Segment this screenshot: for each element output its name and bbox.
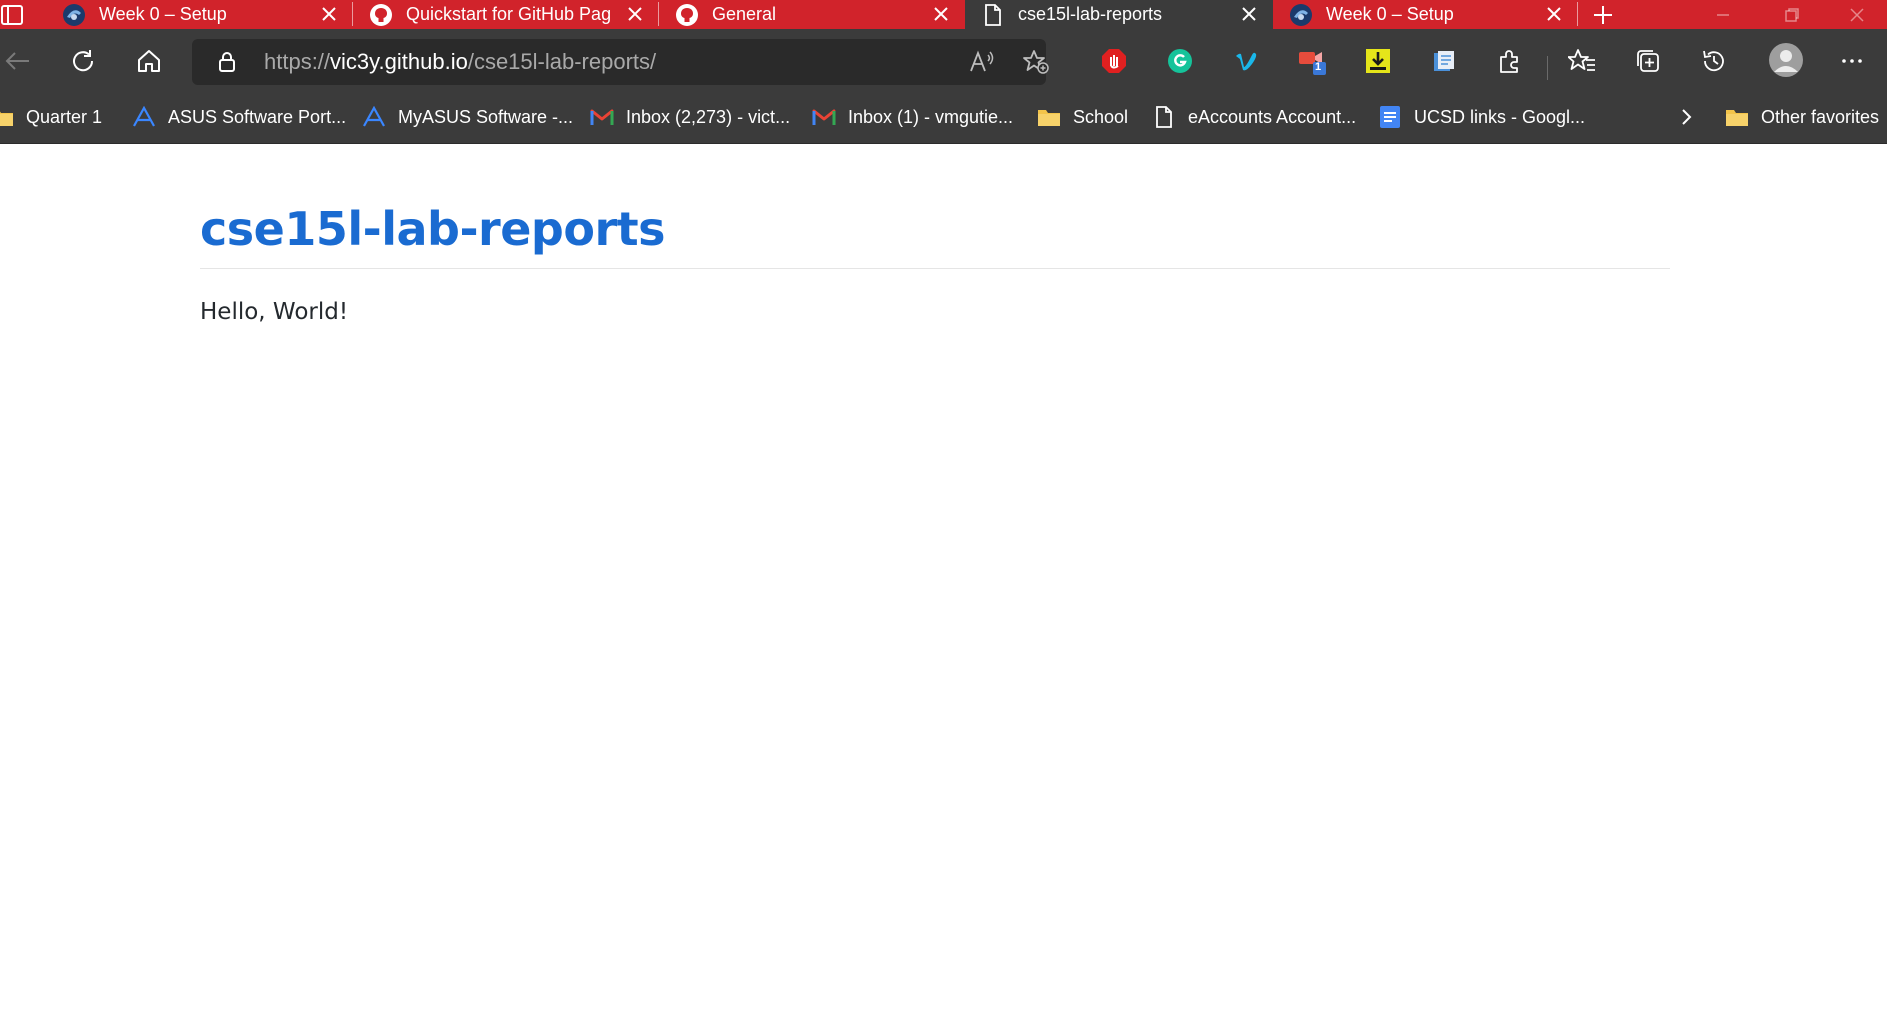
asus-icon [132, 105, 156, 129]
favorite-label: ASUS Software Port... [168, 106, 347, 127]
adblock-extension-icon[interactable] [1097, 44, 1131, 78]
page-body-text: Hello, World! [200, 299, 349, 325]
close-window-button[interactable] [1827, 0, 1887, 29]
favorite-inbox-vict[interactable]: Inbox (2,273) - vict... [590, 104, 790, 130]
google-docs-icon [1378, 105, 1402, 129]
address-bar[interactable]: https://vic3y.github.io/cse15l-lab-repor… [192, 39, 1049, 85]
page-icon [981, 3, 1005, 27]
screencast-extension-icon[interactable]: 1 [1295, 44, 1329, 78]
vimeo-extension-icon[interactable] [1229, 44, 1263, 78]
extensions-icon[interactable] [1493, 44, 1527, 78]
favorite-quarter-1[interactable]: Quarter 1 [0, 104, 102, 130]
page-icon [1152, 105, 1176, 129]
browser-toolbar: https://vic3y.github.io/cse15l-lab-repor… [0, 29, 1887, 91]
url-host: vic3y.github.io [330, 49, 468, 74]
favorite-label: MyASUS Software -... [398, 106, 574, 127]
tab-title: General [712, 4, 777, 24]
back-button[interactable] [0, 44, 34, 78]
tab-cse15l-lab-reports[interactable]: cse15l-lab-reports [965, 0, 1273, 29]
ucsd-triton-icon [62, 3, 86, 27]
folder-icon [1037, 105, 1061, 129]
favorite-ucsd-links[interactable]: UCSD links - Googl... [1378, 104, 1585, 130]
tab-strip: Week 0 – Setup Quickstart for GitHub Pag… [0, 0, 1887, 29]
profile-avatar[interactable] [1766, 40, 1806, 80]
asus-icon [362, 105, 386, 129]
close-icon[interactable] [1544, 4, 1564, 24]
other-favorites[interactable]: Other favorites [1725, 104, 1879, 130]
other-favorites-label: Other favorites [1761, 106, 1880, 127]
extension-badge: 1 [1315, 61, 1322, 73]
lock-icon[interactable] [216, 51, 238, 73]
minimize-button[interactable] [1693, 0, 1753, 29]
url-text[interactable]: https://vic3y.github.io/cse15l-lab-repor… [264, 49, 656, 75]
reader-extension-icon[interactable] [1427, 44, 1461, 78]
tab-week0-setup-2[interactable]: Week 0 – Setup [1273, 0, 1578, 29]
tab-title: cse15l-lab-reports [1018, 4, 1163, 24]
history-icon[interactable] [1697, 44, 1731, 78]
folder-icon [1725, 105, 1749, 129]
tab-general[interactable]: General [659, 0, 965, 29]
add-favorite-icon[interactable] [1022, 49, 1050, 75]
tab-title: Week 0 – Setup [99, 4, 227, 24]
more-menu-icon[interactable] [1835, 44, 1869, 78]
toolbar-divider [1547, 56, 1548, 80]
close-icon[interactable] [625, 4, 645, 24]
title-divider [200, 268, 1670, 269]
tab-title: Quickstart for GitHub Pag [406, 4, 612, 24]
page-content: cse15l-lab-reports Hello, World! [0, 144, 1887, 1026]
favorite-label: Inbox (2,273) - vict... [626, 106, 791, 127]
github-icon [369, 3, 393, 27]
favorite-label: Quarter 1 [26, 106, 103, 127]
url-scheme: https:// [264, 49, 331, 74]
tab-actions-icon[interactable] [0, 3, 26, 27]
favorites-icon[interactable] [1565, 44, 1599, 78]
collections-icon[interactable] [1631, 44, 1665, 78]
restore-button[interactable] [1762, 0, 1822, 29]
grammarly-extension-icon[interactable] [1163, 44, 1197, 78]
favorite-label: UCSD links - Googl... [1414, 106, 1586, 127]
page-title[interactable]: cse15l-lab-reports [200, 202, 666, 256]
favorite-label: School [1073, 106, 1129, 127]
favorite-label: eAccounts Account... [1188, 106, 1357, 127]
favorite-school[interactable]: School [1037, 104, 1128, 130]
download-extension-icon[interactable] [1361, 44, 1395, 78]
github-icon [675, 3, 699, 27]
close-icon[interactable] [319, 4, 339, 24]
favorite-inbox-vmgutie[interactable]: Inbox (1) - vmgutie... [812, 104, 1013, 130]
favorite-asus-software-portal[interactable]: ASUS Software Port... [132, 104, 346, 130]
tab-week0-setup[interactable]: Week 0 – Setup [46, 0, 353, 29]
url-path: /cse15l-lab-reports/ [467, 49, 657, 74]
gmail-icon [812, 105, 836, 129]
read-aloud-icon[interactable] [968, 49, 996, 75]
home-button[interactable] [132, 44, 166, 78]
ucsd-triton-icon [1289, 3, 1313, 27]
tab-divider [1577, 2, 1578, 26]
tab-title: Week 0 – Setup [1326, 4, 1454, 24]
folder-icon [0, 105, 14, 129]
favorites-bar: Quarter 1 ASUS Software Port... MyASUS S… [0, 91, 1887, 144]
chevron-right-icon [1674, 105, 1698, 129]
close-icon[interactable] [931, 4, 951, 24]
close-icon[interactable] [1239, 4, 1259, 24]
favorite-myasus-software[interactable]: MyASUS Software -... [362, 104, 573, 130]
tab-quickstart-github-pages[interactable]: Quickstart for GitHub Pag [353, 0, 659, 29]
refresh-button[interactable] [66, 44, 100, 78]
gmail-icon [590, 105, 614, 129]
new-tab-button[interactable] [1588, 2, 1618, 28]
favorite-label: Inbox (1) - vmgutie... [848, 106, 1014, 127]
favorite-eaccounts[interactable]: eAccounts Account... [1152, 104, 1356, 130]
favorites-overflow-chevron[interactable] [1674, 104, 1710, 130]
